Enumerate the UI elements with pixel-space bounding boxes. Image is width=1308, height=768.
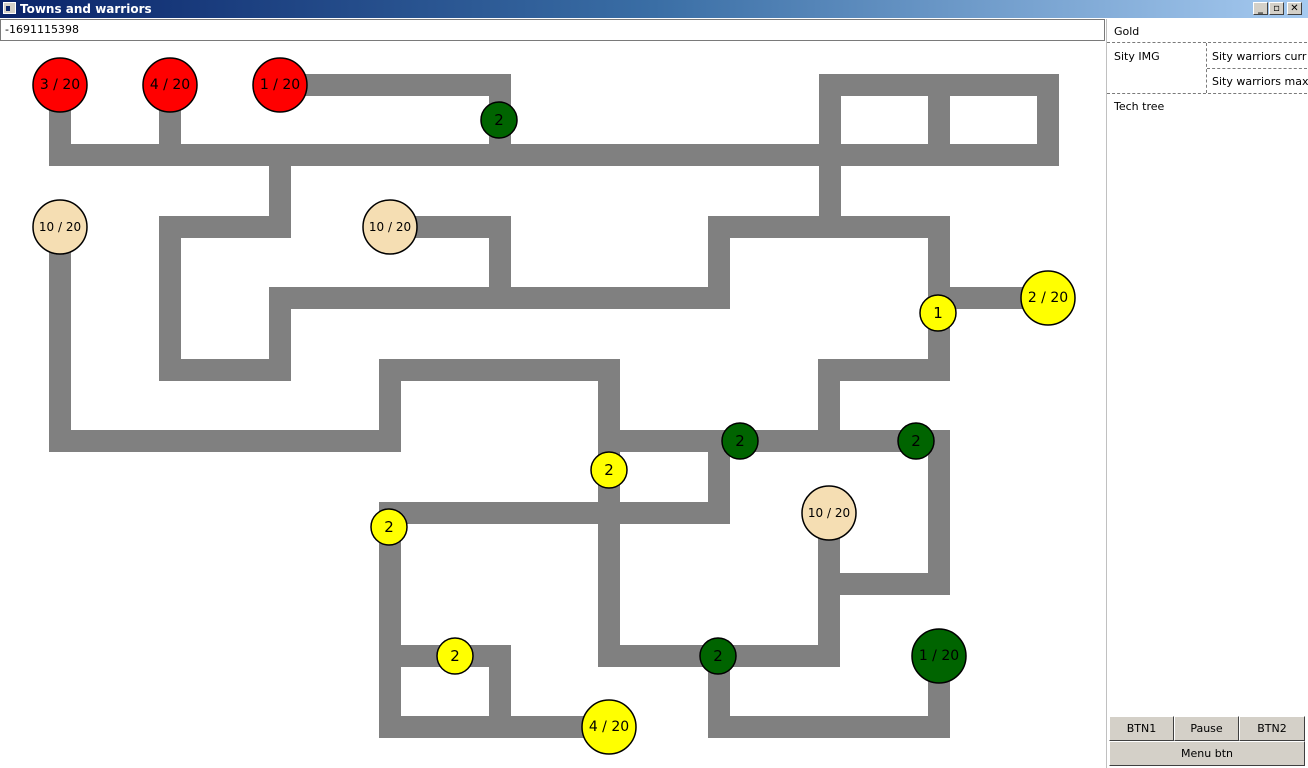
close-icon: ✕ (1290, 3, 1299, 14)
divider (1107, 42, 1307, 43)
yellow-city-1[interactable]: 2 / 20 (1020, 270, 1076, 326)
tech-tree-label: Tech tree (1114, 100, 1165, 113)
green-city-1[interactable]: 1 / 20 (911, 628, 967, 684)
city-count-label: 4 / 20 (589, 719, 629, 735)
divider (1107, 93, 1307, 94)
city-warriors-max-label: Sity warriors max (1212, 75, 1308, 88)
road-10 (379, 430, 730, 738)
city-count-label: 1 / 20 (260, 77, 300, 93)
city-count-label: 3 / 20 (40, 77, 80, 93)
seed-field[interactable]: -1691115398 (0, 19, 1105, 41)
red-city-1[interactable]: 3 / 20 (32, 57, 88, 113)
info-panel: Gold Sity IMG Sity warriors curr Sity wa… (1106, 19, 1308, 768)
green-unit-1[interactable]: 2 (480, 101, 518, 139)
yellow-city-2[interactable]: 4 / 20 (581, 699, 637, 755)
neutral-city-1[interactable]: 10 / 20 (32, 199, 88, 255)
restore-icon: ▫ (1273, 3, 1280, 14)
pause-button[interactable]: Pause (1174, 716, 1239, 741)
yellow-unit-1[interactable]: 1 (919, 294, 957, 332)
red-city-2[interactable]: 4 / 20 (142, 57, 198, 113)
city-count-label: 2 / 20 (1028, 290, 1068, 306)
maximize-button[interactable]: ▫ (1269, 2, 1284, 15)
minimize-button[interactable]: _ (1253, 2, 1268, 15)
title-bar: Towns and warriors _ ▫ ✕ (0, 0, 1308, 18)
menu-button[interactable]: Menu btn (1109, 741, 1305, 766)
city-count-label: 4 / 20 (150, 77, 190, 93)
unit-count-label: 2 (735, 432, 745, 450)
unit-count-label: 2 (494, 111, 504, 129)
green-unit-3[interactable]: 2 (897, 422, 935, 460)
road-1 (49, 74, 1059, 238)
yellow-unit-2[interactable]: 2 (590, 451, 628, 489)
divider (1207, 68, 1307, 69)
city-count-label: 10 / 20 (808, 506, 850, 520)
yellow-unit-4[interactable]: 2 (436, 637, 474, 675)
green-unit-4[interactable]: 2 (699, 637, 737, 675)
unit-count-label: 2 (384, 518, 394, 536)
close-button[interactable]: ✕ (1287, 2, 1302, 15)
minimize-icon: _ (1258, 3, 1263, 14)
gold-label: Gold (1114, 25, 1140, 38)
neutral-city-2[interactable]: 10 / 20 (362, 199, 418, 255)
unit-count-label: 2 (911, 432, 921, 450)
neutral-city-3[interactable]: 10 / 20 (801, 485, 857, 541)
city-count-label: 10 / 20 (39, 220, 81, 234)
red-city-3[interactable]: 1 / 20 (252, 57, 308, 113)
city-img-label: Sity IMG (1114, 50, 1160, 63)
game-map[interactable]: 3 / 20 4 / 20 1 / 20 10 / 20 10 / 20 10 / 20 2… (0, 42, 1106, 768)
unit-count-label: 2 (450, 647, 460, 665)
city-count-label: 1 / 20 (919, 648, 959, 664)
city-warriors-curr-label: Sity warriors curr (1212, 50, 1307, 63)
roads-layer (49, 74, 1059, 738)
unit-count-label: 2 (713, 647, 723, 665)
btn2-button[interactable]: BTN2 (1239, 716, 1305, 741)
btn1-button[interactable]: BTN1 (1109, 716, 1174, 741)
city-count-label: 10 / 20 (369, 220, 411, 234)
green-unit-2[interactable]: 2 (721, 422, 759, 460)
unit-count-label: 1 (933, 304, 943, 322)
unit-count-label: 2 (604, 461, 614, 479)
app-icon (3, 2, 16, 14)
yellow-unit-3[interactable]: 2 (370, 508, 408, 546)
window-title: Towns and warriors (20, 2, 152, 16)
